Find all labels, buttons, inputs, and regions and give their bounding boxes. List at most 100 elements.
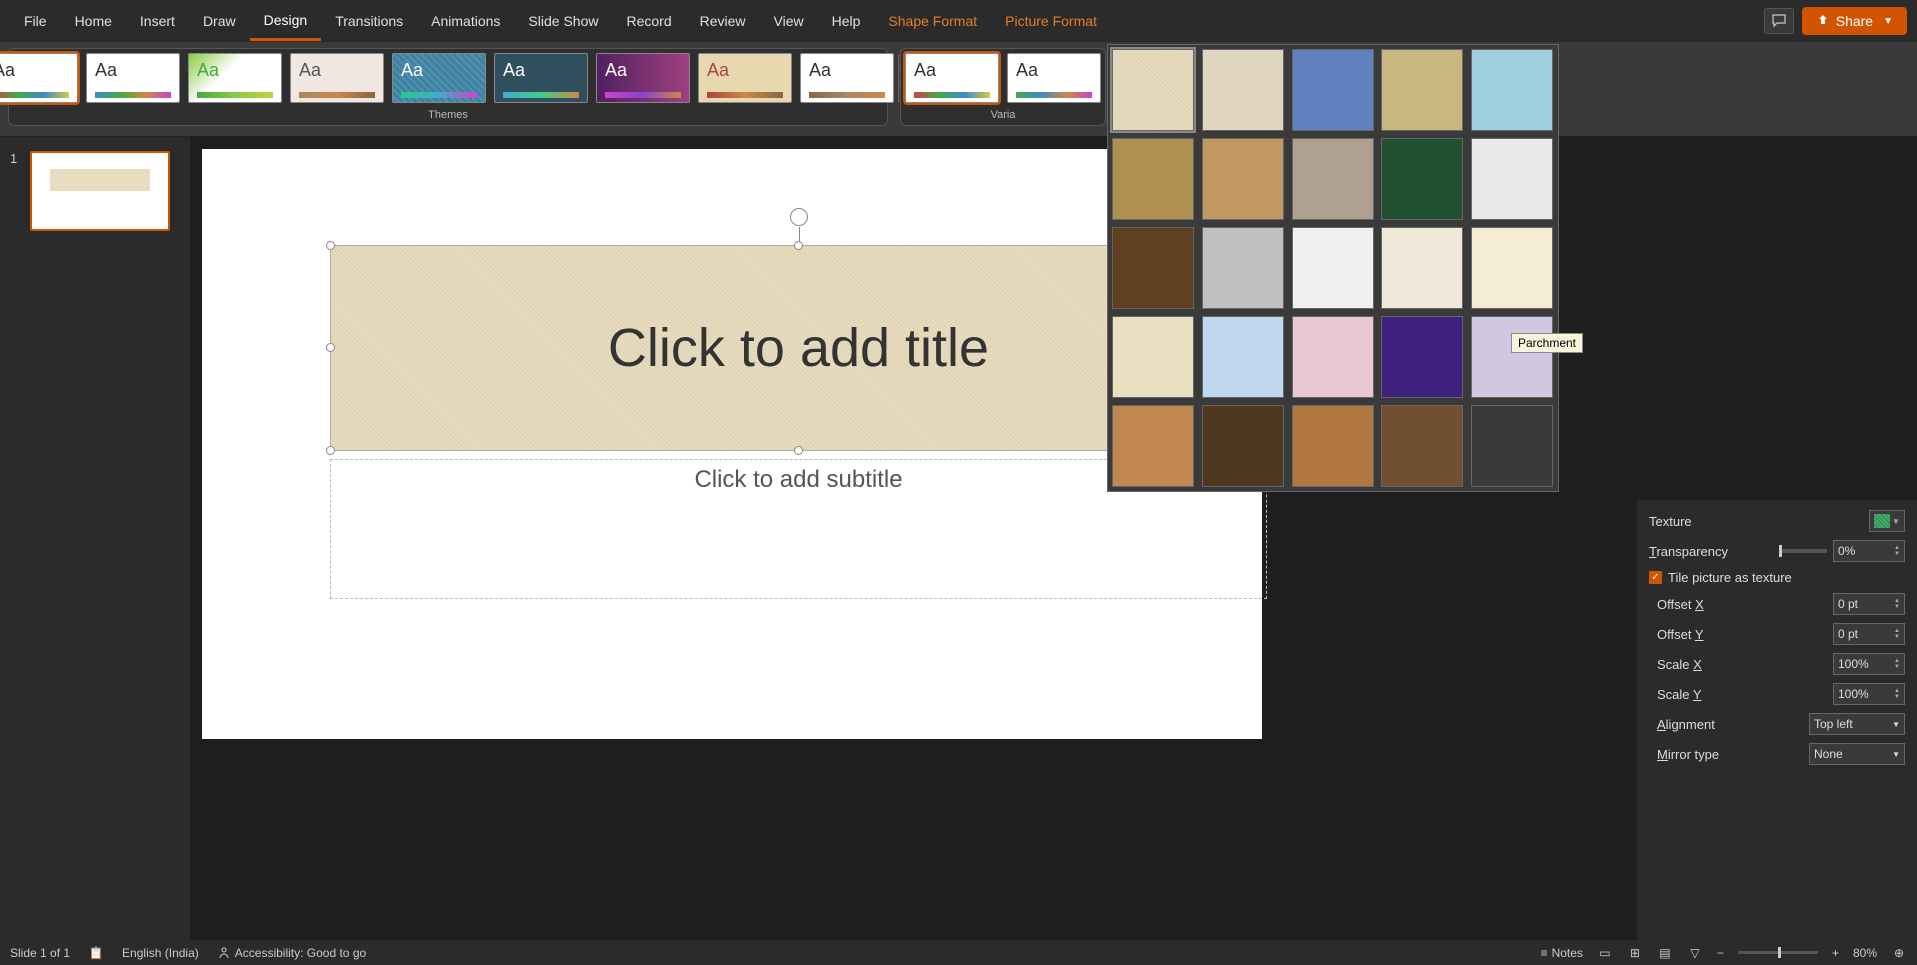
fit-window-button[interactable]: ⊕ bbox=[1891, 945, 1907, 961]
texture-swatch[interactable] bbox=[1292, 405, 1374, 487]
texture-swatch[interactable] bbox=[1381, 405, 1463, 487]
texture-swatch[interactable] bbox=[1471, 227, 1553, 309]
texture-swatch[interactable] bbox=[1112, 138, 1194, 220]
share-button[interactable]: Share ▼ bbox=[1802, 7, 1907, 35]
tab-file[interactable]: File bbox=[10, 3, 61, 39]
tab-shape-format[interactable]: Shape Format bbox=[874, 3, 991, 39]
notes-icon: ≡ bbox=[1541, 946, 1548, 960]
resize-handle[interactable] bbox=[326, 343, 335, 352]
mirror-select[interactable]: None▼ bbox=[1809, 743, 1905, 765]
texture-swatch[interactable] bbox=[1202, 227, 1284, 309]
mirror-label: Mirror type bbox=[1649, 747, 1719, 762]
zoom-in-button[interactable]: + bbox=[1832, 946, 1839, 960]
texture-swatch[interactable] bbox=[1292, 49, 1374, 131]
ribbon-tabs: File Home Insert Draw Design Transitions… bbox=[0, 0, 1111, 42]
texture-swatch[interactable] bbox=[1202, 49, 1284, 131]
scaley-label: Scale Y bbox=[1649, 687, 1702, 702]
tile-label: Tile picture as texture bbox=[1668, 570, 1792, 585]
tile-checkbox[interactable]: ✓ Tile picture as texture bbox=[1649, 570, 1905, 585]
texture-swatch[interactable] bbox=[1202, 405, 1284, 487]
tab-design[interactable]: Design bbox=[250, 2, 322, 41]
texture-swatch[interactable] bbox=[1112, 405, 1194, 487]
theme-thumb[interactable]: Aa bbox=[698, 53, 792, 103]
resize-handle[interactable] bbox=[794, 446, 803, 455]
texture-swatch[interactable] bbox=[1112, 49, 1194, 131]
variants-group: Aa Aa Varia bbox=[900, 48, 1106, 126]
slide-thumbnail[interactable] bbox=[30, 151, 170, 231]
texture-swatch[interactable] bbox=[1381, 138, 1463, 220]
alignment-select[interactable]: Top left▼ bbox=[1809, 713, 1905, 735]
tab-record[interactable]: Record bbox=[612, 3, 685, 39]
zoom-out-button[interactable]: − bbox=[1717, 946, 1724, 960]
tab-help[interactable]: Help bbox=[818, 3, 875, 39]
slide-panel: 1 bbox=[0, 137, 190, 940]
texture-swatch[interactable] bbox=[1471, 405, 1553, 487]
resize-handle[interactable] bbox=[326, 241, 335, 250]
texture-swatch[interactable] bbox=[1471, 49, 1553, 131]
texture-swatch[interactable] bbox=[1202, 316, 1284, 398]
tab-insert[interactable]: Insert bbox=[126, 3, 189, 39]
slide-sorter-button[interactable]: ⊞ bbox=[1627, 945, 1643, 961]
theme-thumb[interactable]: Aa bbox=[188, 53, 282, 103]
language-status[interactable]: English (India) bbox=[122, 946, 199, 960]
title-text: Click to add title bbox=[608, 317, 989, 379]
texture-picker-button[interactable]: ▼ bbox=[1869, 510, 1905, 532]
tab-draw[interactable]: Draw bbox=[189, 3, 250, 39]
slide[interactable]: Click to add title Click to add subtitle bbox=[202, 149, 1262, 739]
texture-swatch[interactable] bbox=[1112, 316, 1194, 398]
theme-thumb[interactable]: Aa bbox=[392, 53, 486, 103]
themes-group-label: Themes bbox=[428, 109, 468, 121]
theme-thumb[interactable]: Aa bbox=[800, 53, 894, 103]
tab-picture-format[interactable]: Picture Format bbox=[991, 3, 1111, 39]
zoom-level[interactable]: 80% bbox=[1853, 946, 1877, 960]
accessibility-status[interactable]: Accessibility: Good to go bbox=[217, 946, 366, 960]
transparency-input[interactable]: 0%▲▼ bbox=[1833, 540, 1905, 562]
tab-animations[interactable]: Animations bbox=[417, 3, 514, 39]
variants-group-label: Varia bbox=[991, 109, 1016, 121]
transparency-slider[interactable] bbox=[1779, 549, 1827, 553]
transparency-label: Transparency bbox=[1649, 544, 1728, 559]
tab-view[interactable]: View bbox=[760, 3, 818, 39]
texture-swatch[interactable] bbox=[1292, 138, 1374, 220]
offsetx-input[interactable]: 0 pt▲▼ bbox=[1833, 593, 1905, 615]
slideshow-button[interactable]: ▽ bbox=[1687, 945, 1703, 961]
texture-swatch[interactable] bbox=[1381, 316, 1463, 398]
notes-button[interactable]: ≡ Notes bbox=[1541, 946, 1583, 960]
check-icon: ✓ bbox=[1649, 571, 1662, 584]
theme-thumb[interactable]: Aa bbox=[494, 53, 588, 103]
resize-handle[interactable] bbox=[326, 446, 335, 455]
scaley-input[interactable]: 100%▲▼ bbox=[1833, 683, 1905, 705]
texture-swatch[interactable] bbox=[1381, 227, 1463, 309]
theme-thumb[interactable]: Aa bbox=[596, 53, 690, 103]
resize-handle[interactable] bbox=[794, 241, 803, 250]
reading-view-button[interactable]: ▤ bbox=[1657, 945, 1673, 961]
chevron-down-icon: ▼ bbox=[1883, 16, 1893, 27]
texture-swatch[interactable] bbox=[1381, 49, 1463, 131]
texture-swatch[interactable] bbox=[1292, 316, 1374, 398]
slide-number: 1 bbox=[10, 151, 17, 166]
comments-button[interactable] bbox=[1764, 8, 1794, 34]
normal-view-button[interactable]: ▭ bbox=[1597, 945, 1613, 961]
theme-thumb[interactable]: Aa bbox=[86, 53, 180, 103]
theme-thumb[interactable]: Aa bbox=[290, 53, 384, 103]
texture-swatch[interactable] bbox=[1202, 138, 1284, 220]
texture-swatch[interactable] bbox=[1471, 316, 1553, 398]
texture-swatch[interactable] bbox=[1292, 227, 1374, 309]
zoom-slider[interactable] bbox=[1738, 951, 1818, 954]
tab-home[interactable]: Home bbox=[61, 3, 126, 39]
offsety-input[interactable]: 0 pt▲▼ bbox=[1833, 623, 1905, 645]
theme-thumb[interactable]: Aa bbox=[0, 53, 78, 103]
texture-swatch[interactable] bbox=[1471, 138, 1553, 220]
tab-transitions[interactable]: Transitions bbox=[321, 3, 417, 39]
tab-review[interactable]: Review bbox=[686, 3, 760, 39]
slide-info[interactable]: Slide 1 of 1 bbox=[10, 946, 70, 960]
rotation-handle[interactable] bbox=[790, 208, 808, 226]
share-icon bbox=[1816, 14, 1830, 28]
tab-slideshow[interactable]: Slide Show bbox=[514, 3, 612, 39]
variant-thumb[interactable]: Aa bbox=[1007, 53, 1101, 103]
variant-thumb[interactable]: Aa bbox=[905, 53, 999, 103]
texture-swatch[interactable] bbox=[1112, 227, 1194, 309]
texture-tooltip: Parchment bbox=[1511, 333, 1583, 353]
texture-label: Texture bbox=[1649, 514, 1692, 529]
scalex-input[interactable]: 100%▲▼ bbox=[1833, 653, 1905, 675]
